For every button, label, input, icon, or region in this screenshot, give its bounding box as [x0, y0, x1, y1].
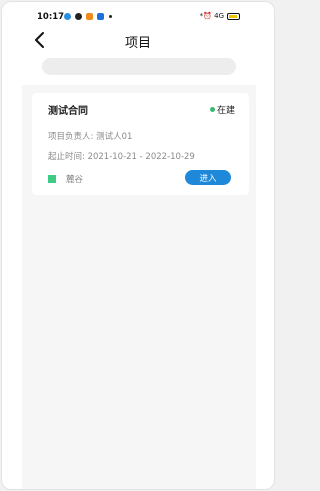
phone-screen: 10:17 *⏰ 4G 项目 测试合同 在建 项目负责人: 测试人01 起止时间… — [1, 1, 275, 490]
project-name: 测试合同 — [48, 106, 88, 117]
project-list: 测试合同 在建 项目负责人: 测试人01 起止时间: 2021-10-21 - … — [22, 85, 256, 489]
project-card[interactable]: 测试合同 在建 项目负责人: 测试人01 起止时间: 2021-10-21 - … — [32, 93, 249, 195]
page-title: 项目 — [124, 36, 151, 51]
app-notification-icon — [97, 13, 104, 20]
status-right: *⏰ 4G — [200, 12, 240, 20]
enter-button[interactable]: 进入 — [185, 170, 231, 185]
status-bar: 10:17 *⏰ 4G — [2, 2, 274, 30]
search-bar[interactable] — [42, 58, 236, 75]
more-notifications-dot — [109, 15, 112, 18]
project-period: 起止时间: 2021-10-21 - 2022-10-29 — [48, 152, 195, 162]
project-location-tag: 麓谷 — [66, 175, 84, 185]
status-text: 在建 — [216, 106, 235, 116]
status-time: 10:17 — [37, 12, 65, 22]
app-notification-icon — [86, 13, 93, 20]
status-dot-icon — [209, 107, 215, 112]
battery-icon — [227, 12, 240, 20]
project-owner: 项目负责人: 测试人01 — [48, 132, 133, 142]
tag-color-icon — [48, 175, 56, 183]
status-badge: 在建 — [209, 103, 235, 116]
app-notification-icon — [75, 13, 82, 20]
app-notification-icon — [64, 13, 71, 20]
status-indicators: *⏰ 4G — [199, 12, 224, 20]
